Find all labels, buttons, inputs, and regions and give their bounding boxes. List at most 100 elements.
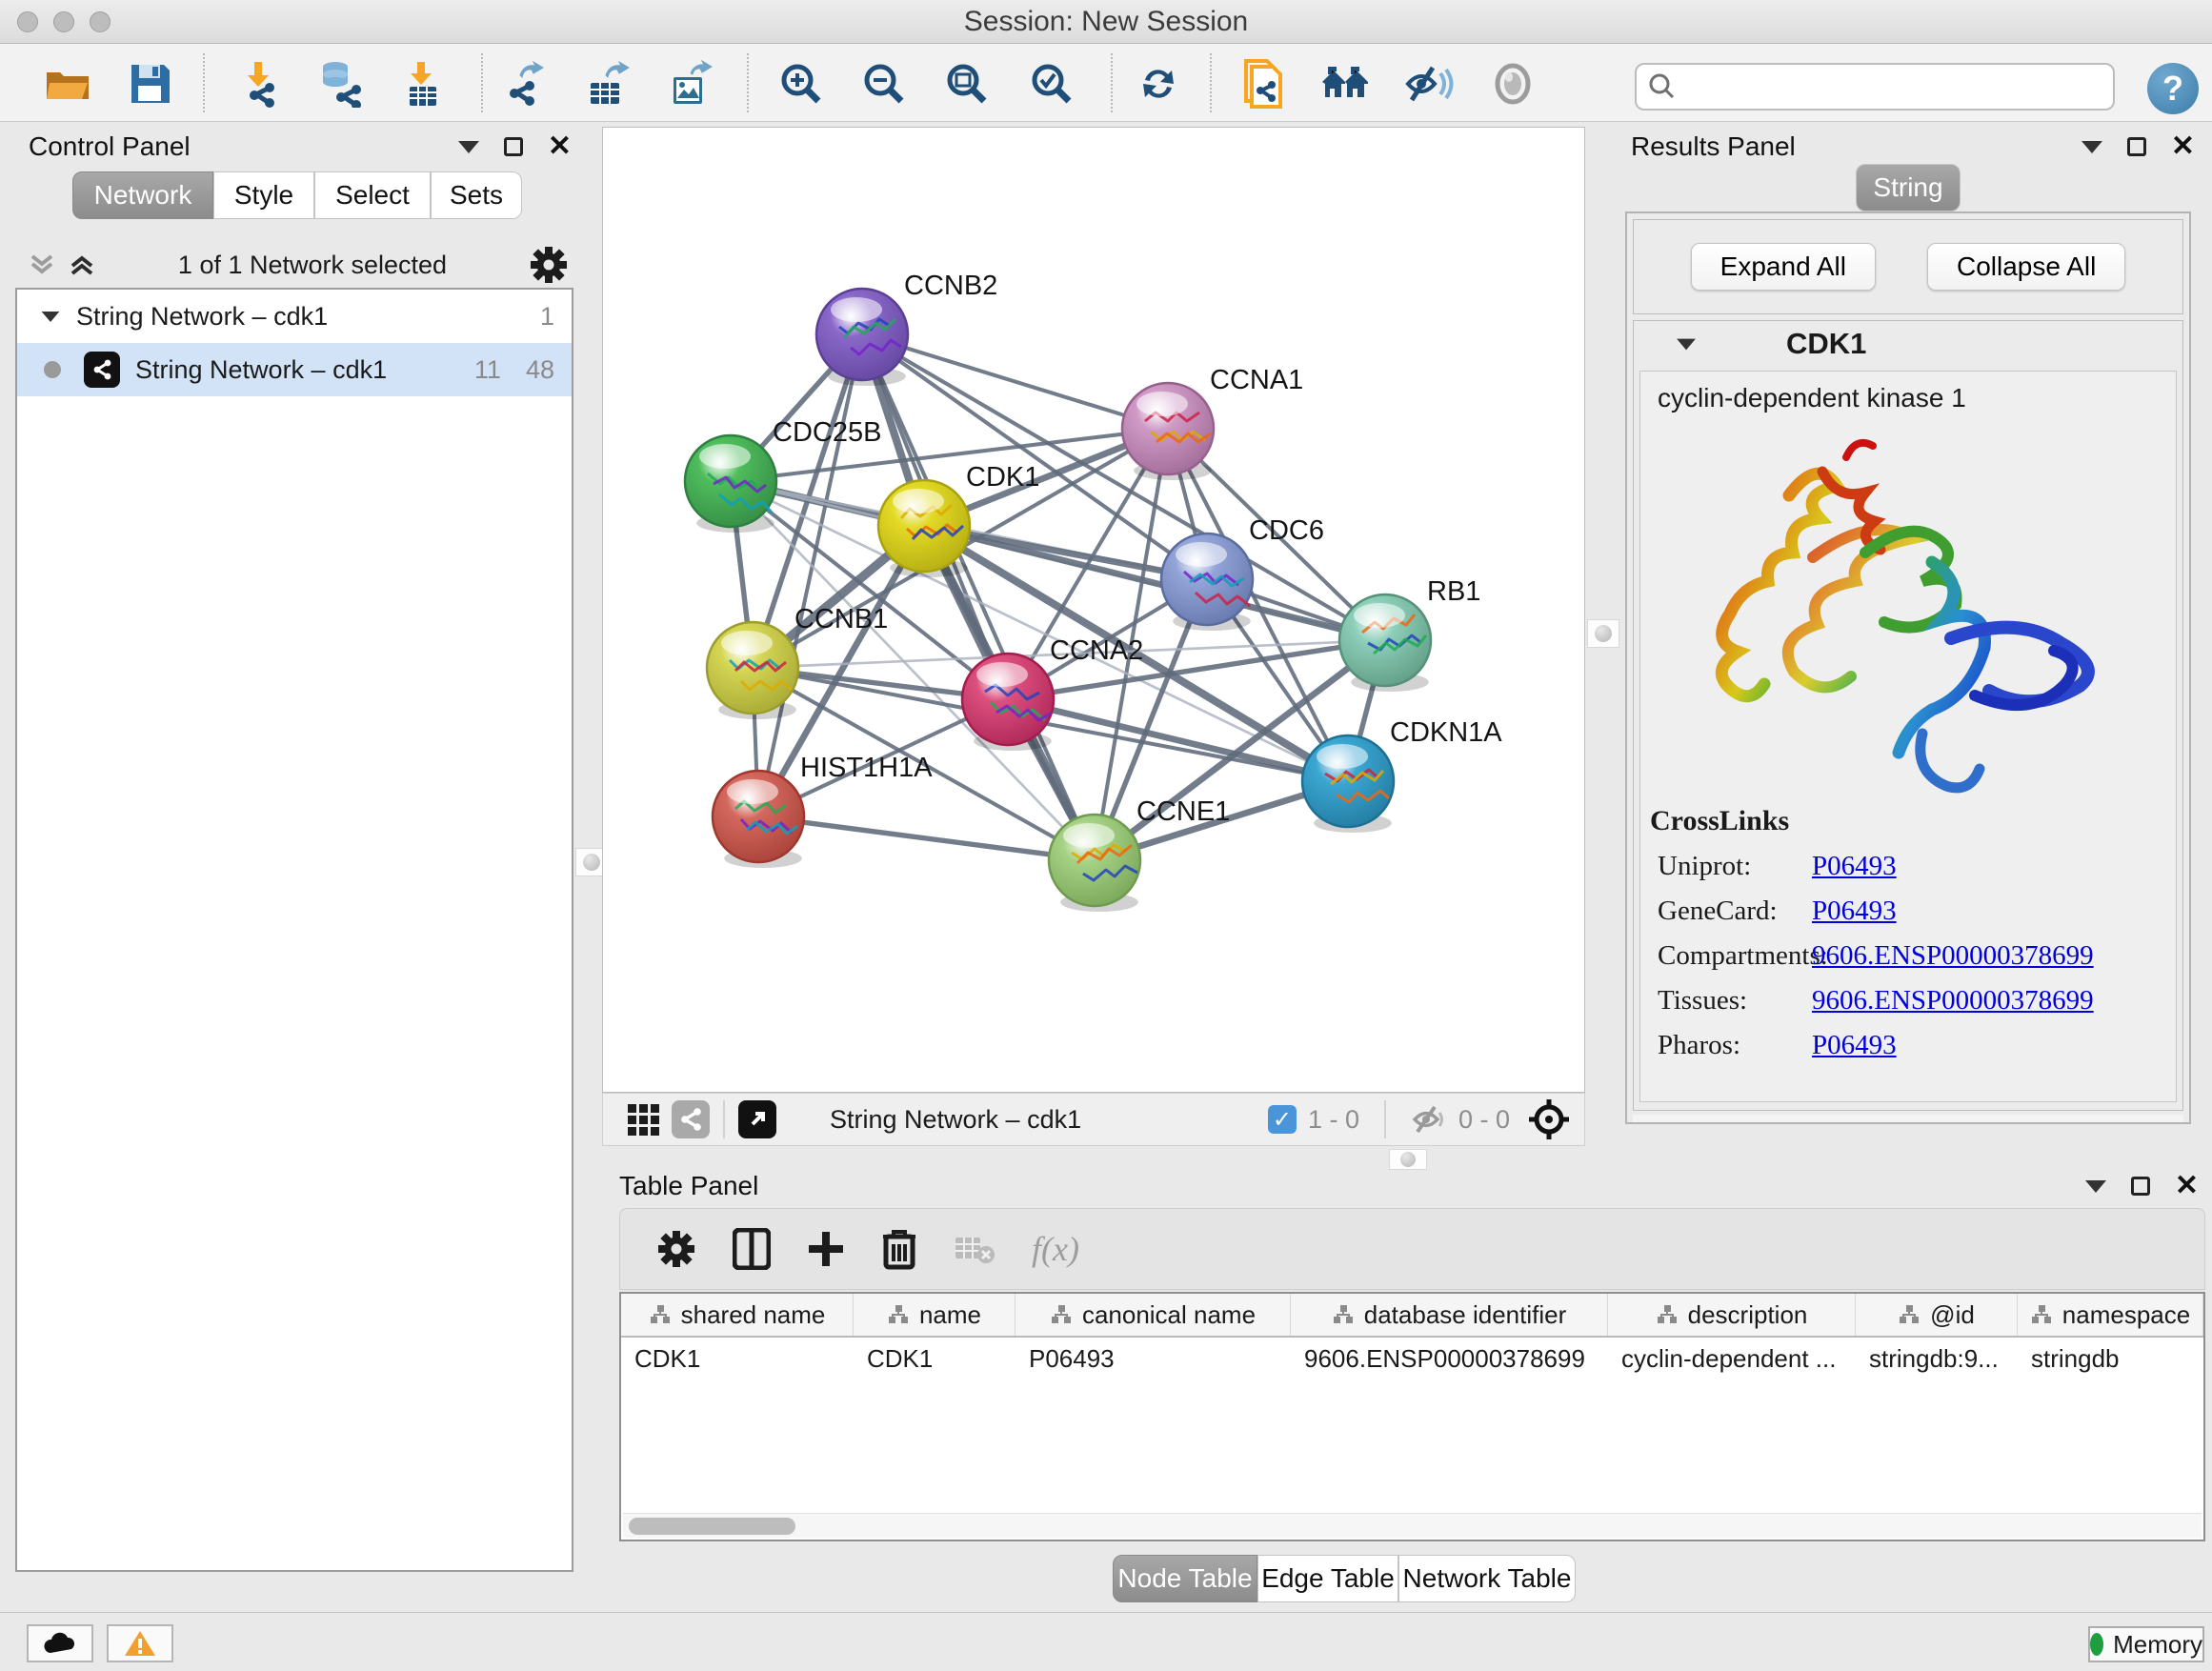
results-panel-float-icon[interactable]	[2127, 137, 2146, 156]
table-options-gear-icon[interactable]	[656, 1229, 696, 1269]
column-header-shared-name[interactable]: shared name	[621, 1294, 854, 1336]
export-image-icon[interactable]	[666, 61, 715, 107]
column-header-canonical-name[interactable]: canonical name	[1016, 1294, 1291, 1336]
table-cell[interactable]: CDK1	[621, 1338, 854, 1379]
tab-select[interactable]: Select	[314, 171, 431, 219]
zoom-window-button[interactable]	[90, 11, 111, 32]
column-header-database-identifier[interactable]: database identifier	[1291, 1294, 1608, 1336]
network-canvas[interactable]: CCNB2CCNA1CDC25BCDK1CDC6RB1CCNB1CCNA2CDK…	[602, 127, 1585, 1093]
table-panel-close-icon[interactable]: ✕	[2175, 1172, 2199, 1200]
tab-string[interactable]: String	[1856, 164, 1961, 211]
results-panel-close-icon[interactable]: ✕	[2171, 132, 2195, 161]
control-panel-menu-icon[interactable]	[458, 141, 479, 153]
table-cell[interactable]: CDK1	[854, 1338, 1016, 1379]
table-cell[interactable]: stringdb:9...	[1856, 1338, 2018, 1379]
network-node[interactable]: CDC6	[1161, 515, 1324, 631]
table-row[interactable]: CDK1CDK1P064939606.ENSP00000378699cyclin…	[621, 1338, 2203, 1379]
table-panel-float-icon[interactable]	[2131, 1177, 2150, 1196]
table-cell[interactable]: stringdb	[2018, 1338, 2203, 1379]
hidden-eye-slash-icon[interactable]	[1411, 1104, 1447, 1135]
control-panel-close-icon[interactable]: ✕	[548, 132, 572, 161]
zoom-selected-icon[interactable]	[1027, 61, 1076, 107]
close-window-button[interactable]	[17, 11, 38, 32]
import-network-icon[interactable]	[233, 61, 283, 107]
bottom-splitter-handle[interactable]	[1389, 1149, 1427, 1170]
control-panel-float-icon[interactable]	[504, 137, 523, 156]
birdseye-grid-icon[interactable]	[624, 1100, 662, 1138]
delete-column-icon[interactable]	[881, 1227, 917, 1271]
memory-button[interactable]: Memory	[2088, 1626, 2204, 1662]
tab-network[interactable]: Network	[72, 171, 213, 219]
search-field[interactable]	[1635, 63, 2115, 111]
expand-all-button[interactable]: Expand All	[1691, 243, 1876, 291]
open-in-window-icon[interactable]	[738, 1100, 776, 1138]
results-panel-menu-icon[interactable]	[2081, 141, 2102, 153]
add-column-icon[interactable]	[807, 1228, 845, 1270]
crosslink-genecard-link[interactable]: P06493	[1812, 896, 1897, 927]
collapse-all-icon[interactable]	[29, 252, 55, 277]
selected-nodes-checkbox-icon[interactable]: ✓	[1268, 1105, 1297, 1134]
table-cell[interactable]: P06493	[1016, 1338, 1291, 1379]
column-header--id[interactable]: @id	[1856, 1294, 2018, 1336]
network-row-selected[interactable]: String Network – cdk1 11 48	[17, 343, 572, 396]
import-network-database-icon[interactable]	[314, 61, 364, 107]
show-all-icon[interactable]	[1488, 61, 1538, 107]
refresh-icon[interactable]	[1134, 61, 1183, 107]
tab-sets[interactable]: Sets	[431, 171, 522, 219]
network-edge[interactable]	[758, 816, 1095, 860]
zoom-out-icon[interactable]	[859, 61, 909, 107]
table-cell[interactable]: 9606.ENSP00000378699	[1291, 1338, 1608, 1379]
network-node[interactable]: CCNA1	[1122, 365, 1303, 480]
export-table-icon[interactable]	[583, 61, 633, 107]
search-input[interactable]	[1684, 72, 2094, 102]
show-columns-icon[interactable]	[733, 1228, 771, 1270]
window-controls	[17, 11, 111, 32]
hide-selected-icon[interactable]	[1404, 61, 1454, 107]
export-network-icon[interactable]	[501, 61, 551, 107]
network-home-icon[interactable]	[1320, 61, 1370, 107]
network-edge[interactable]	[758, 334, 862, 816]
expand-all-icon[interactable]	[69, 252, 95, 277]
zoom-fit-icon[interactable]	[942, 61, 992, 107]
warning-status-button[interactable]	[107, 1624, 173, 1662]
column-header-description[interactable]: description	[1608, 1294, 1856, 1336]
crosslink-compartments-link[interactable]: 9606.ENSP00000378699	[1812, 940, 2094, 972]
tab-node-table[interactable]: Node Table	[1113, 1555, 1257, 1602]
network-edge[interactable]	[1008, 699, 1348, 781]
import-table-icon[interactable]	[398, 61, 448, 107]
network-options-gear-icon[interactable]	[530, 246, 568, 284]
network-node[interactable]: HIST1H1A	[713, 753, 933, 868]
minimize-window-button[interactable]	[53, 11, 74, 32]
table-panel-menu-icon[interactable]	[2085, 1180, 2106, 1193]
collection-expand-icon[interactable]	[42, 311, 60, 321]
crosslink-pharos-link[interactable]: P06493	[1812, 1030, 1897, 1061]
table-horizontal-scrollbar[interactable]	[623, 1513, 2202, 1538]
network-node[interactable]: CDK1	[878, 462, 1039, 577]
crosslink-tissues-link[interactable]: 9606.ENSP00000378699	[1812, 985, 2094, 1017]
node-card-collapse-icon[interactable]	[1677, 338, 1696, 350]
column-header-name[interactable]: name	[854, 1294, 1016, 1336]
save-session-icon[interactable]	[126, 61, 175, 107]
network-collection-row[interactable]: String Network – cdk1 1	[17, 290, 572, 343]
zoom-in-icon[interactable]	[776, 61, 826, 107]
fit-content-crosshair-icon[interactable]	[1527, 1097, 1571, 1141]
network-node[interactable]: CDKN1A	[1302, 717, 1502, 833]
crosslink-uniprot-link[interactable]: P06493	[1812, 851, 1897, 882]
tab-edge-table[interactable]: Edge Table	[1257, 1555, 1398, 1602]
help-button[interactable]: ?	[2147, 63, 2199, 114]
collapse-all-button[interactable]: Collapse All	[1927, 243, 2125, 291]
network-node[interactable]: CCNB1	[707, 604, 888, 719]
tab-style[interactable]: Style	[213, 171, 314, 219]
function-builder-icon: f(x)	[1032, 1229, 1079, 1269]
tab-network-table[interactable]: Network Table	[1398, 1555, 1576, 1602]
share-session-file-icon[interactable]	[1237, 61, 1286, 107]
open-session-icon[interactable]	[42, 61, 91, 107]
cloud-status-button[interactable]	[27, 1624, 93, 1662]
table-cell[interactable]: cyclin-dependent ...	[1608, 1338, 1856, 1379]
network-share-icon[interactable]	[672, 1100, 710, 1138]
results-horizontal-scrollbar[interactable]	[1633, 1115, 2183, 1122]
network-edge[interactable]	[862, 334, 1168, 429]
network-node[interactable]: RB1	[1339, 576, 1480, 692]
scrollbar-thumb[interactable]	[629, 1518, 795, 1535]
column-header-namespace[interactable]: namespace	[2018, 1294, 2203, 1336]
